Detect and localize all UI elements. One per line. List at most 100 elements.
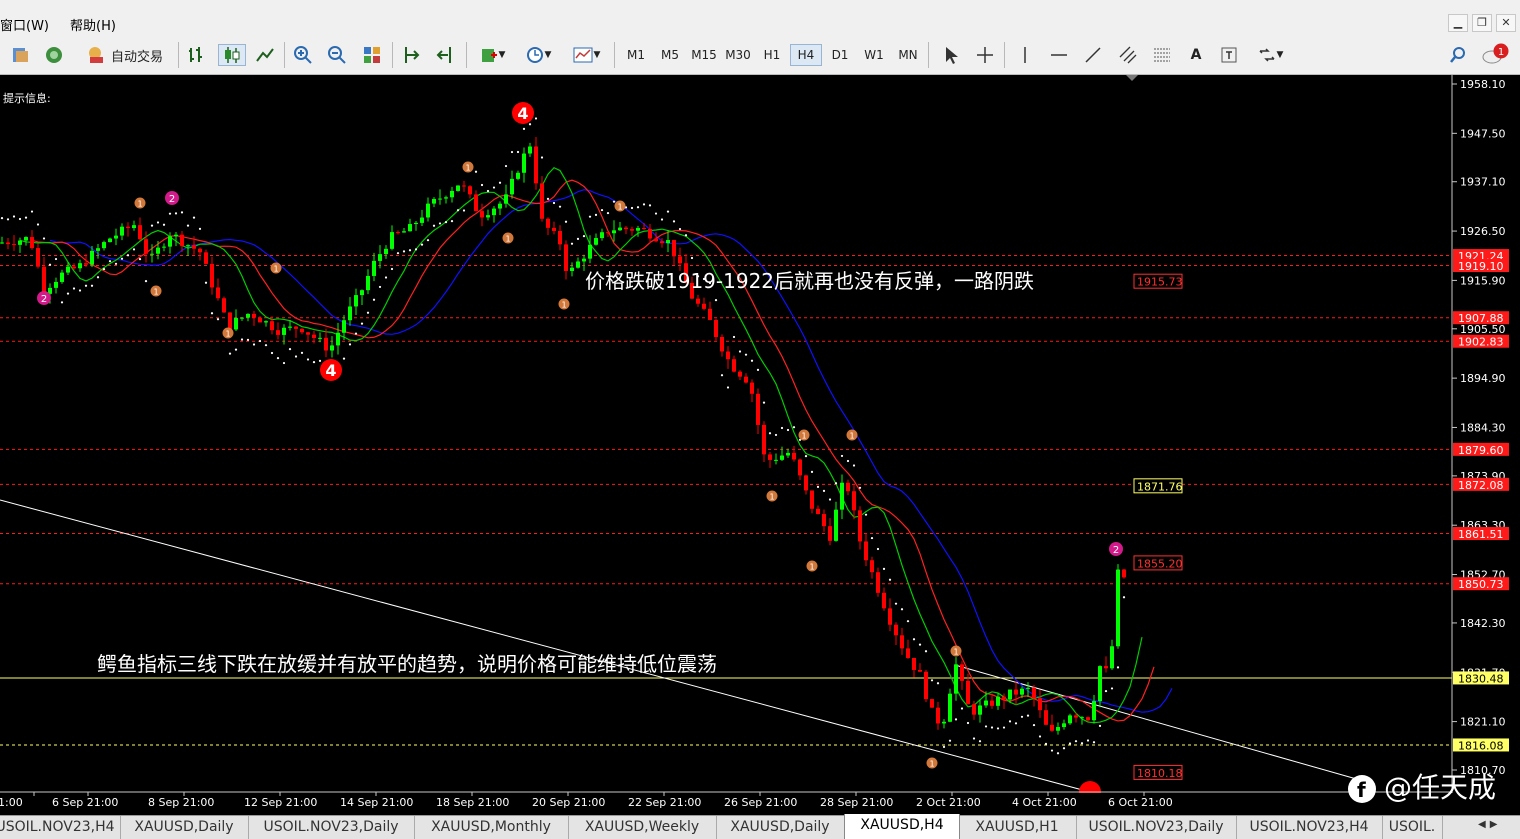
auto-trade-button[interactable]: 自动交易 [76,44,172,66]
psar-dot [408,249,412,252]
market-watch-icon[interactable] [42,44,66,66]
psar-dot [462,209,466,212]
search-icon[interactable] [1446,44,1470,66]
crosshair-icon[interactable] [972,44,998,66]
svg-text:f: f [1357,778,1366,802]
psar-dot [240,338,244,341]
svg-text:2: 2 [1113,545,1119,556]
zoom-out-icon[interactable] [324,44,350,66]
chart-tab[interactable]: USOIL.NOV23,H4 [1236,816,1383,839]
periods-dropdown[interactable]: ▼ [518,44,558,66]
chart-tab[interactable]: USOIL.NOV23,Daily [1076,816,1237,839]
fibonacci-icon[interactable] [1148,44,1176,66]
chart-tab[interactable]: XAUUSD,Daily [716,816,845,839]
psar-dot [906,620,910,623]
psar-dot [1080,742,1084,745]
horizontal-line-icon[interactable] [1046,44,1072,66]
notifications-button[interactable]: 1 [1478,43,1512,66]
wave-marker-minor: 1 [558,298,570,310]
psar-dot [72,287,76,290]
chart-tab[interactable]: USOIL.NOV23,H4 [0,816,121,839]
svg-text:4: 4 [325,361,336,380]
menu-help[interactable]: 帮助(H) [70,15,116,34]
price-chart[interactable]: 4 4 2 2 2 1 1 1 1 1 1 1 1 1 1 1 1 1 1 1958.10 1947.50 1937.1… [0,75,1520,815]
psar-dot [1092,741,1096,744]
svg-text:1: 1 [1498,47,1504,58]
candlestick-icon[interactable] [218,44,246,66]
tile-windows-icon[interactable] [358,44,386,66]
minimize-icon[interactable]: ▁ [1448,14,1468,32]
chart-tab[interactable]: USOIL. [1382,816,1443,839]
zoom-in-icon[interactable] [290,44,316,66]
time-axis-label: 18 Sep 21:00 [436,796,509,809]
scroll-right-icon[interactable]: ▶ [1490,819,1498,836]
chart-tab[interactable]: XAUUSD,Weekly [568,816,717,839]
candle [1098,665,1102,708]
svg-text:1879.60: 1879.60 [1458,444,1504,457]
timeframe-m5[interactable]: M5 [654,44,686,66]
line-chart-icon[interactable] [252,44,278,66]
svg-text:2: 2 [41,294,47,305]
psar-dot [714,298,718,302]
chart-tab[interactable]: USOIL.NOV23,Daily [248,816,415,839]
psar-dot [372,298,376,301]
psar-dot [378,285,382,289]
psar-dot [894,602,898,605]
psar-dot [780,426,784,430]
psar-dot [516,150,520,154]
channel-icon[interactable] [1114,44,1142,66]
timeframe-m30[interactable]: M30 [722,44,754,66]
psar-dot [204,281,208,284]
menu-window[interactable]: 窗口(W) [0,15,49,34]
psar-dot [186,224,190,227]
psar-dot [294,355,298,358]
vertical-line-icon[interactable] [1012,44,1038,66]
text-label-icon[interactable] [1216,44,1242,66]
chart-tab[interactable]: XAUUSD,H1 [958,816,1077,839]
chevron-down-icon: ▼ [1276,50,1284,60]
psar-dot [984,725,988,728]
psar-dot [504,164,508,168]
text-tool-icon[interactable]: A [1184,44,1208,66]
timeframe-h4[interactable]: H4 [790,44,822,66]
price-axis-label: 1947.50 [1460,127,1506,140]
psar-dot [1026,714,1030,717]
autoscroll-icon[interactable] [432,44,460,66]
psar-dot [360,322,364,325]
psar-dot [180,211,184,214]
svg-text:1915.73: 1915.73 [1137,276,1183,289]
templates-dropdown[interactable]: ▼ [566,44,606,66]
chart-shift-icon[interactable] [398,44,426,66]
timeframe-h1[interactable]: H1 [756,44,788,66]
psar-dot [114,262,118,265]
timeframe-d1[interactable]: D1 [824,44,856,66]
psar-dot [486,189,490,193]
bar-chart-icon[interactable] [184,44,210,66]
restore-icon[interactable]: ❐ [1472,14,1492,32]
svg-text:1: 1 [225,330,230,339]
psar-dot [120,257,124,260]
psar-dot [36,223,40,226]
psar-dot [948,739,952,742]
tab-scroll-buttons[interactable]: ◀ ▶ [1478,819,1518,836]
price-axis-label: 1894.90 [1460,372,1506,385]
scroll-left-icon[interactable]: ◀ [1478,819,1486,836]
psar-dot [54,257,58,261]
arrows-dropdown[interactable]: ▼ [1250,44,1290,66]
psar-dot [342,357,346,360]
psar-dot [834,482,838,485]
chart-tab[interactable]: XAUUSD,Daily [120,816,249,839]
psar-dot [654,212,658,215]
timeframe-w1[interactable]: W1 [858,44,890,66]
chart-tab[interactable]: XAUUSD,Monthly [414,816,569,839]
timeframe-m1[interactable]: M1 [620,44,652,66]
indicators-dropdown[interactable]: ▼ [472,44,512,66]
clock-icon [526,47,543,63]
timeframe-mn[interactable]: MN [892,44,924,66]
timeframe-m15[interactable]: M15 [688,44,720,66]
cursor-icon[interactable] [938,44,964,66]
chart-tab[interactable]: XAUUSD,H4 [844,814,960,839]
close-icon[interactable]: ✕ [1496,14,1516,32]
profiles-icon[interactable] [8,44,32,66]
trendline-icon[interactable] [1080,44,1106,66]
